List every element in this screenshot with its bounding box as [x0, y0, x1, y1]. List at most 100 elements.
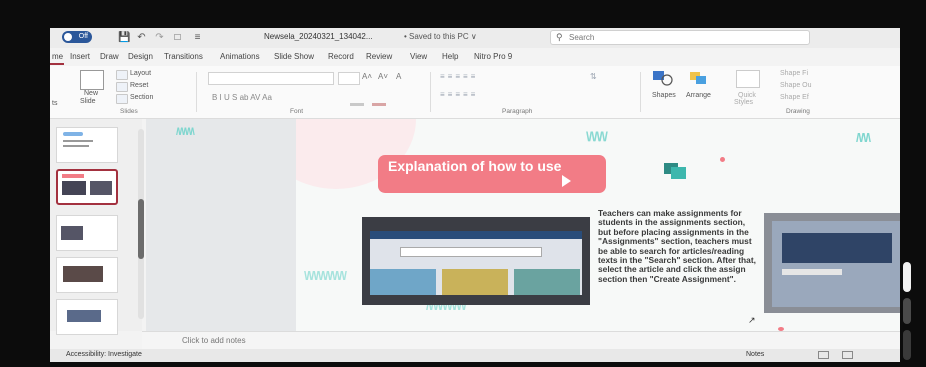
notes-pane[interactable]: Click to add notes	[142, 331, 900, 350]
drawing-group-label: Drawing	[786, 108, 810, 115]
shrink-font-button[interactable]: A˅	[378, 72, 388, 81]
screenshot-photo-left	[362, 217, 590, 305]
ribbon-left-stub: ts	[52, 100, 58, 107]
undo-icon[interactable]: ↶	[136, 32, 147, 43]
photo-card	[514, 269, 580, 295]
photo-screen	[370, 231, 582, 295]
new-slide-label[interactable]: New	[84, 90, 98, 97]
new-slide-icon[interactable]	[80, 70, 104, 90]
divider	[430, 72, 431, 112]
redo-icon[interactable]: ↷	[154, 32, 165, 43]
divider	[640, 72, 641, 112]
layout-button[interactable]: Layout	[130, 70, 151, 77]
tab-view[interactable]: View	[410, 52, 427, 61]
quick-styles-button-2[interactable]: Styles	[734, 99, 753, 106]
reset-icon[interactable]	[116, 82, 128, 92]
shape-effects-button[interactable]: Shape Ef	[780, 94, 809, 101]
slide-thumbnail-selected[interactable]	[56, 169, 118, 205]
external-scroll-indicator	[903, 262, 911, 292]
list-buttons[interactable]: ≡≡≡≡≡	[440, 72, 576, 82]
external-scroll-indicator	[903, 330, 911, 360]
highlight-color-icon[interactable]	[350, 93, 364, 106]
font-color-icon[interactable]	[372, 93, 386, 106]
deco-zigzag: \/\/\/\/\/\/\/\/\/	[304, 269, 347, 283]
autosave-toggle[interactable]: Off	[62, 31, 92, 43]
save-status[interactable]: • Saved to this PC ∨	[404, 32, 477, 41]
search-input[interactable]: ⚲ Search	[550, 30, 810, 45]
thumbnail-scrollbar-thumb[interactable]	[138, 199, 144, 259]
align-buttons[interactable]: ≡≡≡≡≡	[440, 90, 576, 100]
slide-sorter-icon[interactable]	[842, 351, 853, 359]
notes-placeholder: Click to add notes	[182, 336, 246, 345]
save-icon[interactable]: 💾	[118, 32, 130, 43]
accessibility-status[interactable]: Accessibility: Investigate	[66, 351, 142, 358]
normal-view-icon[interactable]	[818, 351, 829, 359]
customize-chevron-icon[interactable]: ≡	[192, 32, 203, 43]
slides-group-label: Slides	[120, 108, 138, 115]
tab-help[interactable]: Help	[442, 52, 458, 61]
thumb-photo	[62, 181, 86, 195]
slide-title: Explanation of how to use	[388, 158, 562, 174]
arrange-icon[interactable]	[688, 70, 710, 86]
status-bar: Accessibility: Investigate Notes	[50, 349, 900, 362]
thumb-line	[63, 145, 89, 147]
tab-record[interactable]: Record	[328, 52, 354, 61]
screenshot-photo-right	[764, 213, 900, 313]
slide-thumbnail[interactable]	[56, 215, 118, 251]
deco-zigzag: \/\/\/\/	[586, 129, 608, 144]
current-slide[interactable]: \/\/\/\/ /\/\/\ \/\/\/\/\/\/\/\/\/ /\/\/…	[296, 119, 900, 331]
tab-home[interactable]: me	[52, 52, 63, 61]
tab-draw[interactable]: Draw	[100, 52, 119, 61]
tab-animations[interactable]: Animations	[220, 52, 260, 61]
present-icon[interactable]: □	[172, 32, 183, 43]
shapes-button[interactable]: Shapes	[652, 92, 676, 99]
slide-thumbnail[interactable]	[56, 257, 118, 293]
external-scroll-indicator	[903, 298, 911, 324]
tab-slide-show[interactable]: Slide Show	[274, 52, 314, 61]
slide-thumbnail[interactable]	[56, 127, 118, 163]
thumb-photo	[61, 226, 83, 240]
text-direction-icon[interactable]: ⇅	[590, 72, 610, 102]
photo-banner	[782, 233, 892, 263]
new-slide-label-2[interactable]: Slide	[80, 98, 96, 105]
tab-transitions[interactable]: Transitions	[164, 52, 203, 61]
tab-design[interactable]: Design	[128, 52, 153, 61]
title-bar: Off 💾 ↶ ↷ □ ≡ Newsela_20240321_134042...…	[50, 28, 900, 48]
layout-icon[interactable]	[116, 70, 128, 80]
tab-nitro[interactable]: Nitro Pro 9	[474, 52, 512, 61]
divider	[196, 72, 197, 112]
tab-insert[interactable]: Insert	[70, 52, 90, 61]
section-button[interactable]: Section	[130, 94, 153, 101]
thumb-photo	[67, 310, 101, 322]
ribbon: ts New Slide Layout Reset Section Slides…	[50, 66, 900, 119]
quick-styles-button[interactable]: Quick	[738, 92, 756, 99]
notes-toggle-button[interactable]: Notes	[746, 351, 764, 358]
shape-outline-button[interactable]: Shape Ou	[780, 82, 812, 89]
photo-line	[782, 269, 842, 275]
shape-fill-button[interactable]: Shape Fi	[780, 70, 808, 77]
tab-review[interactable]: Review	[366, 52, 392, 61]
quick-styles-icon[interactable]	[736, 70, 760, 88]
paragraph-group-label: Paragraph	[502, 108, 533, 115]
grow-font-button[interactable]: A˄	[362, 72, 372, 81]
thumb-shape	[63, 132, 83, 136]
slide-thumbnail[interactable]	[56, 299, 118, 335]
chat-bubble-icon	[664, 163, 686, 179]
photo-searchbar	[400, 247, 542, 257]
slide-title-box[interactable]: Explanation of how to use	[378, 155, 606, 193]
arrange-button[interactable]: Arrange	[686, 92, 711, 99]
active-tab-underline	[50, 63, 64, 65]
format-buttons[interactable]: B I U S ab AV Aa	[212, 93, 272, 102]
font-name-select[interactable]	[208, 72, 334, 85]
slide-body-text[interactable]: Teachers can make assignments for studen…	[598, 208, 756, 284]
deco-dot	[720, 157, 725, 162]
thumb-photo	[63, 266, 103, 282]
font-size-select[interactable]	[338, 72, 360, 85]
deco-zigzag: /\/\/\	[856, 131, 871, 145]
file-name: Newsela_20240321_134042...	[264, 32, 373, 41]
clear-format-button[interactable]: A	[396, 72, 401, 81]
slide-editing-area: /\/\/\/\/\ \/\/\/\/ /\/\/\ \/\/\/\/\/\/\…	[146, 119, 900, 331]
shapes-icon[interactable]	[652, 70, 674, 86]
section-icon[interactable]	[116, 94, 128, 104]
reset-button[interactable]: Reset	[130, 82, 148, 89]
